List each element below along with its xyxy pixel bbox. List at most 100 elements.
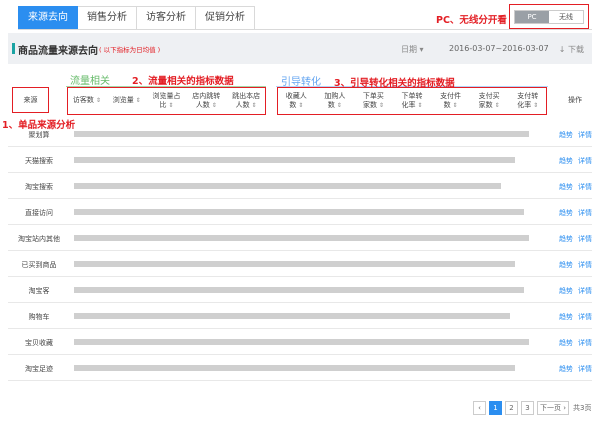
row-detail-link[interactable]: 详情 — [578, 182, 592, 192]
annotation-box-toggle: PC 无线 — [509, 4, 589, 29]
row-data-placeholder — [74, 209, 525, 215]
column-header-label-line2: 人数 — [195, 101, 210, 109]
sort-icon[interactable]: ⇕ — [335, 102, 342, 109]
row-source-label: 淘宝站内其他 — [18, 235, 60, 243]
row-trend-link[interactable]: 趋势 — [559, 312, 573, 322]
table-row: 淘宝客 趋势 详情 — [8, 277, 592, 303]
row-data-placeholder — [74, 131, 530, 137]
row-detail-link[interactable]: 详情 — [578, 156, 592, 166]
row-detail-link[interactable]: 详情 — [578, 286, 592, 296]
column-header-label: 访客数 — [72, 96, 94, 104]
column-header-conversion-4[interactable]: 支付件数 ⇕ — [431, 92, 470, 110]
annotation-pc-wireless: PC、无线分开看 — [436, 15, 507, 26]
column-header-label-line2: 比 — [159, 101, 167, 109]
column-header-conversion-6[interactable]: 支付转 化率 ⇕ — [508, 92, 547, 110]
pagination-total: 共3页 — [573, 404, 592, 412]
column-header-label: 下单买 — [362, 92, 384, 100]
sort-icon[interactable]: ⇕ — [416, 102, 422, 109]
column-header-traffic-1[interactable]: 浏览量 ⇕ — [107, 96, 147, 105]
pagination: ‹ 1 2 3 下一页 › 共3页 — [473, 401, 592, 415]
sort-icon[interactable]: ⇕ — [531, 102, 538, 109]
row-trend-link[interactable]: 趋势 — [559, 156, 573, 166]
row-source-label: 聚划算 — [28, 131, 50, 139]
sort-icon[interactable]: ⇕ — [377, 102, 384, 109]
row-detail-link[interactable]: 详情 — [578, 338, 592, 348]
column-header-label-line2: 家数 — [478, 101, 493, 109]
sort-icon[interactable]: ⇕ — [493, 102, 500, 109]
pagination-page-3[interactable]: 3 — [521, 401, 534, 415]
pagination-page-2[interactable]: 2 — [505, 401, 518, 415]
sort-icon[interactable]: ⇕ — [167, 102, 173, 109]
sort-icon[interactable]: ⇕ — [296, 102, 303, 109]
row-source-label: 购物车 — [28, 313, 50, 321]
table-row: 聚划算 趋势 详情 — [8, 121, 592, 147]
table-row: 购物车 趋势 详情 — [8, 303, 592, 329]
column-header-label: 支付转 — [517, 92, 539, 100]
sort-icon[interactable]: ⇕ — [451, 102, 458, 109]
column-header-traffic-4[interactable]: 跳出本店 人数 ⇕ — [226, 92, 266, 110]
sort-icon[interactable]: ⇕ — [94, 97, 101, 104]
column-header-label: 下单转 — [401, 92, 423, 100]
row-detail-link[interactable]: 详情 — [578, 234, 592, 244]
column-header-label-line2: 家数 — [362, 101, 377, 109]
section-header: 商品流量来源去向 ( 以下指标为日均值 ) 日期 ▾ 2016-03-07~20… — [8, 33, 592, 64]
download-button[interactable]: ↓ 下载 — [559, 44, 584, 55]
pagination-page-1[interactable]: 1 — [489, 401, 502, 415]
pagination-next-button[interactable]: 下一页 › — [537, 401, 570, 415]
tab-source-destination[interactable]: 来源去向 — [18, 6, 78, 30]
table-row: 直接访问 趋势 详情 — [8, 199, 592, 225]
row-trend-link[interactable]: 趋势 — [559, 234, 573, 244]
row-trend-link[interactable]: 趋势 — [559, 208, 573, 218]
column-header-source: 来源 — [23, 96, 38, 104]
row-data-placeholder — [74, 183, 501, 189]
sort-icon[interactable]: ⇕ — [134, 97, 141, 104]
date-range-value[interactable]: 2016-03-07~2016-03-07 — [449, 44, 549, 53]
tab-visitor-analysis[interactable]: 访客分析 — [137, 6, 196, 30]
sort-icon[interactable]: ⇕ — [210, 102, 217, 109]
column-header-label: 收藏人 — [285, 92, 307, 100]
table-row: 宝贝收藏 趋势 详情 — [8, 329, 592, 355]
column-header-conversion-3[interactable]: 下单转 化率 ⇕ — [393, 92, 432, 110]
column-header-label-line2: 人数 — [235, 101, 250, 109]
row-trend-link[interactable]: 趋势 — [559, 130, 573, 140]
table-row: 淘宝站内其他 趋势 详情 — [8, 225, 592, 251]
pagination-prev-button[interactable]: ‹ — [473, 401, 486, 415]
toggle-pc[interactable]: PC — [515, 11, 549, 23]
column-header-traffic-0[interactable]: 访客数 ⇕ — [67, 96, 107, 105]
row-data-placeholder — [74, 287, 525, 293]
sort-icon[interactable]: ⇕ — [250, 102, 257, 109]
date-picker-label[interactable]: 日期 ▾ — [401, 44, 424, 55]
column-header-conversion-2[interactable]: 下单买 家数 ⇕ — [354, 92, 393, 110]
row-trend-link[interactable]: 趋势 — [559, 338, 573, 348]
column-header-label: 支付件 — [440, 92, 462, 100]
column-header-label-line2: 化率 — [517, 101, 532, 109]
tabs-divider — [18, 29, 592, 30]
row-data-placeholder — [74, 235, 530, 241]
tab-sales-analysis[interactable]: 销售分析 — [78, 6, 137, 30]
toggle-wireless[interactable]: 无线 — [549, 11, 583, 23]
row-detail-link[interactable]: 详情 — [578, 260, 592, 270]
tab-bar: 来源去向 销售分析 访客分析 促销分析 — [18, 6, 255, 30]
row-detail-link[interactable]: 详情 — [578, 130, 592, 140]
row-trend-link[interactable]: 趋势 — [559, 260, 573, 270]
row-trend-link[interactable]: 趋势 — [559, 364, 573, 374]
row-trend-link[interactable]: 趋势 — [559, 182, 573, 192]
column-header-label-line2: 化率 — [401, 101, 416, 109]
row-data-placeholder — [74, 365, 515, 371]
tab-promotion-analysis[interactable]: 促销分析 — [196, 6, 255, 30]
row-trend-link[interactable]: 趋势 — [559, 286, 573, 296]
section-title: 商品流量来源去向 — [12, 42, 98, 57]
section-hint: ( 以下指标为日均值 ) — [99, 46, 161, 54]
annotation-traffic: 2、流量相关的指标数据 — [132, 76, 234, 87]
row-detail-link[interactable]: 详情 — [578, 208, 592, 218]
column-header-conversion-1[interactable]: 加购人数 ⇕ — [316, 92, 355, 110]
row-source-label: 淘宝足迹 — [25, 365, 53, 373]
row-detail-link[interactable]: 详情 — [578, 312, 592, 322]
column-header-conversion-5[interactable]: 支付买 家数 ⇕ — [470, 92, 509, 110]
row-source-label: 已买到商品 — [21, 261, 57, 269]
row-detail-link[interactable]: 详情 — [578, 364, 592, 374]
column-header-traffic-3[interactable]: 店内跳转 人数 ⇕ — [186, 92, 226, 110]
column-header-traffic-2[interactable]: 浏览量占比 ⇕ — [147, 92, 187, 110]
column-header-conversion-0[interactable]: 收藏人数 ⇕ — [277, 92, 316, 110]
row-source-label: 宝贝收藏 — [25, 339, 53, 347]
